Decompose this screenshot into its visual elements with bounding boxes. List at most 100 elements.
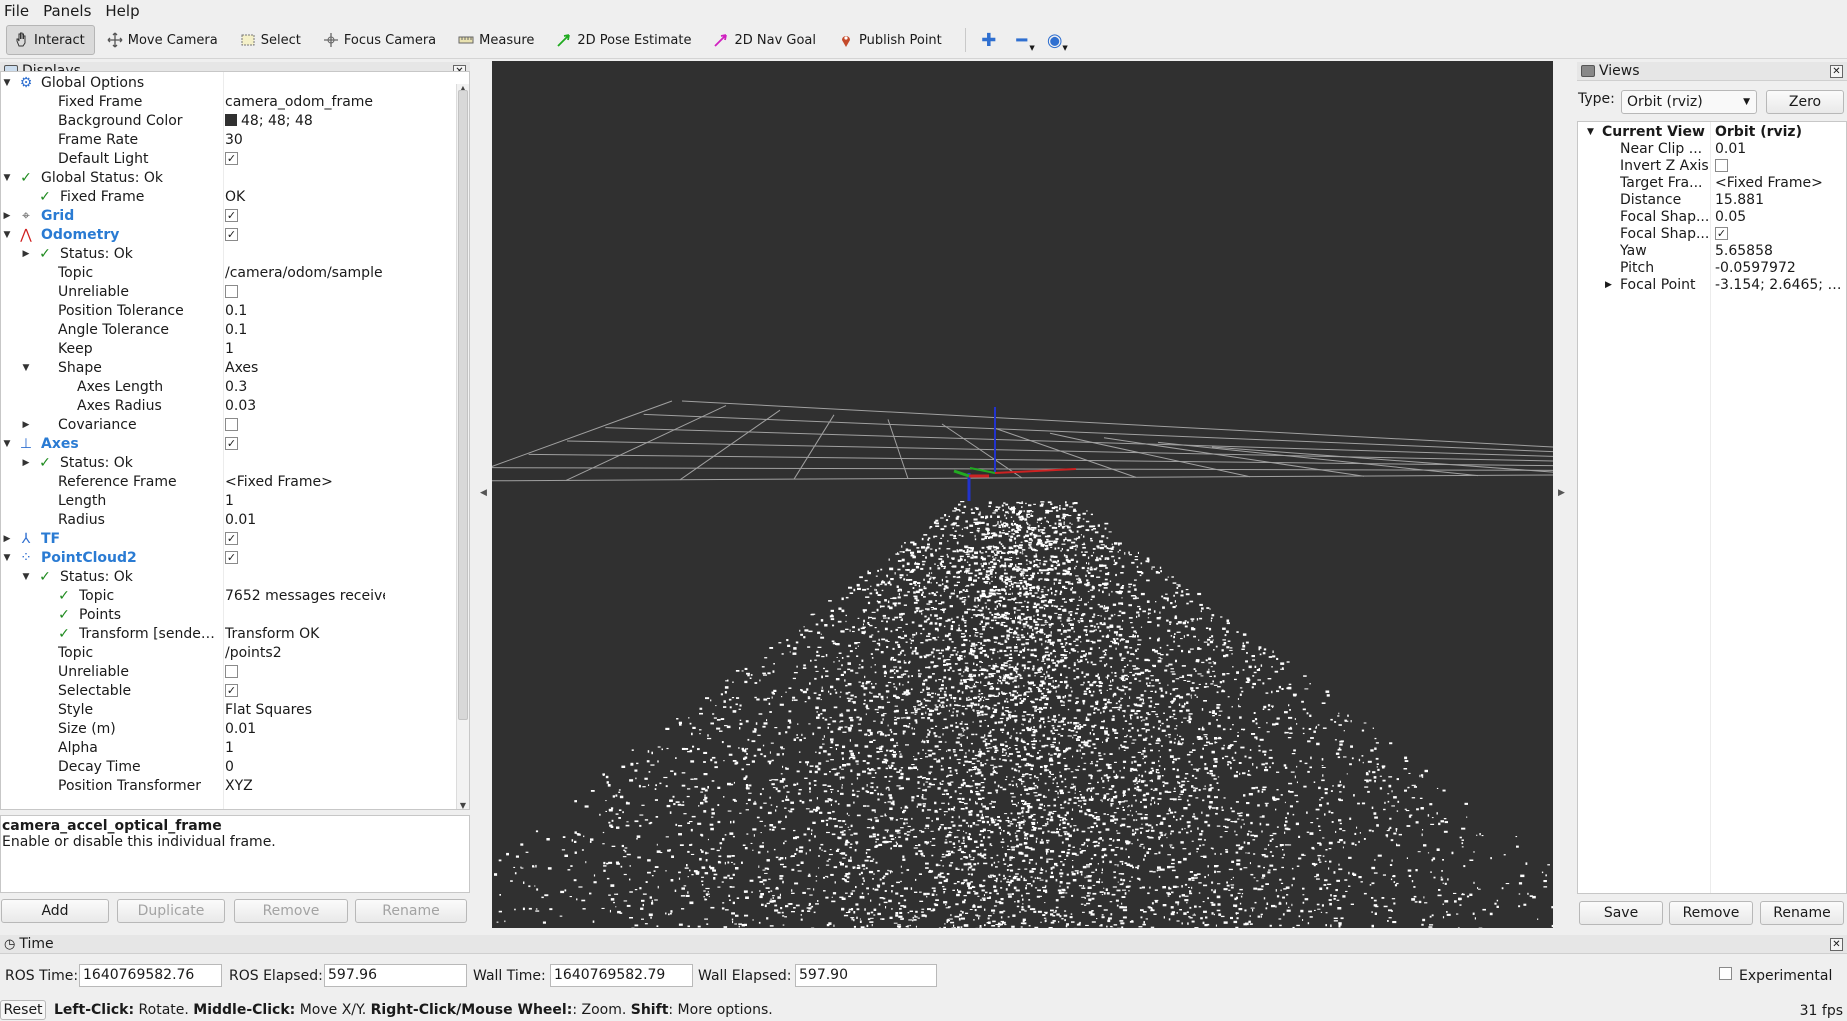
tree-row[interactable]: ▼ Shape Axes: [1, 360, 386, 376]
duplicate-display-button[interactable]: Duplicate: [117, 899, 225, 923]
tree-row-value[interactable]: 48; 48; 48: [225, 113, 385, 129]
menu-panels[interactable]: Panels: [43, 2, 91, 20]
tree-row-value[interactable]: 0.3: [225, 379, 385, 395]
tree-row-value[interactable]: ✓: [225, 531, 385, 547]
tool-measure[interactable]: Measure: [451, 25, 544, 55]
tool-2d-nav-goal[interactable]: 2D Nav Goal: [706, 25, 826, 55]
tree-row[interactable]: Fixed Frame camera_odom_frame: [1, 94, 386, 110]
expand-right-icon[interactable]: ▶: [20, 417, 32, 433]
checkbox[interactable]: ✓: [225, 227, 238, 241]
tree-row[interactable]: Unreliable: [1, 664, 386, 680]
expand-right-icon[interactable]: ▶: [20, 455, 32, 471]
splitter-left-arrow-icon[interactable]: ◀: [480, 488, 487, 498]
expand-down-icon[interactable]: ▼: [1, 75, 13, 91]
tree-row-value[interactable]: camera_odom_frame: [225, 94, 385, 110]
render-viewport[interactable]: [492, 61, 1553, 928]
tree-row[interactable]: Default Light ✓: [1, 151, 386, 167]
tree-row[interactable]: Selectable ✓: [1, 683, 386, 699]
tree-row-value[interactable]: [225, 664, 385, 680]
checkbox[interactable]: ✓: [225, 550, 238, 564]
tree-row-value[interactable]: 0.1: [225, 322, 385, 338]
expand-down-icon[interactable]: ▼: [1, 227, 13, 243]
tree-row-value[interactable]: Transform OK: [225, 626, 385, 642]
tree-row[interactable]: ▶ ⌖ Grid ✓: [1, 208, 386, 224]
tree-row-value[interactable]: 7652 messages received: [225, 588, 385, 604]
tree-row[interactable]: Radius 0.01: [1, 512, 386, 528]
expand-right-icon[interactable]: ▶: [1, 531, 13, 547]
expand-down-icon[interactable]: ▼: [20, 569, 32, 585]
tree-row-value[interactable]: 0.01: [225, 721, 385, 737]
menu-file[interactable]: File: [4, 2, 29, 20]
tree-row[interactable]: Frame Rate 30: [1, 132, 386, 148]
tree-row-value[interactable]: ✓: [225, 208, 385, 224]
tree-row[interactable]: Axes Length 0.3: [1, 379, 386, 395]
tree-row-value[interactable]: <Fixed Frame>: [225, 474, 385, 490]
tree-row-value[interactable]: /camera/odom/sample: [225, 265, 385, 281]
tree-row[interactable]: ▼ ⊥ Axes ✓: [1, 436, 386, 452]
tool-focus-camera[interactable]: Focus Camera: [316, 25, 446, 55]
tree-row[interactable]: Decay Time 0: [1, 759, 386, 775]
tree-row-value[interactable]: XYZ: [225, 778, 385, 794]
tree-row[interactable]: Topic/points2: [1, 645, 386, 661]
add-tool-button[interactable]: ✚: [974, 25, 1004, 55]
tree-row-value[interactable]: [225, 417, 385, 433]
tree-row-value[interactable]: 0.01: [225, 512, 385, 528]
tree-row[interactable]: ▼ ⋀ Odometry ✓: [1, 227, 386, 243]
tool-publish-point[interactable]: Publish Point: [831, 25, 952, 55]
tool-interact[interactable]: Interact: [6, 25, 95, 55]
tool-select[interactable]: Select: [233, 25, 311, 55]
tree-row[interactable]: ✓ Fixed Frame OK: [1, 189, 386, 205]
expand-down-icon[interactable]: ▼: [1, 170, 13, 186]
tree-row[interactable]: ▼ ⚙ Global Options: [1, 75, 386, 91]
tree-row-value[interactable]: [225, 284, 385, 300]
tree-row[interactable]: ✓ Topic 7652 messages received: [1, 588, 386, 604]
tree-row-value[interactable]: ✓: [225, 227, 385, 243]
tree-row-value[interactable]: ✓: [225, 151, 385, 167]
checkbox[interactable]: ✓: [225, 683, 238, 697]
tree-row-value[interactable]: 1: [225, 493, 385, 509]
checkbox[interactable]: [225, 417, 238, 431]
tool-move-camera[interactable]: Move Camera: [100, 25, 228, 55]
tree-row-value[interactable]: 0: [225, 759, 385, 775]
tree-row[interactable]: ▶ ✓ Status: Ok: [1, 455, 386, 471]
tool-2d-pose-estimate[interactable]: 2D Pose Estimate: [549, 25, 701, 55]
checkbox[interactable]: ✓: [225, 436, 238, 450]
tree-row[interactable]: Keep 1: [1, 341, 386, 357]
tree-row[interactable]: ▶ ⅄ TF ✓: [1, 531, 386, 547]
tree-row[interactable]: ✓ Points: [1, 607, 386, 623]
tree-row-value[interactable]: OK: [225, 189, 385, 205]
tool-visibility-button[interactable]: ◉ ▼: [1040, 25, 1070, 55]
tree-row[interactable]: ▼ ✓ Status: Ok: [1, 569, 386, 585]
expand-right-icon[interactable]: ▶: [1, 208, 13, 224]
tree-row[interactable]: ▼ ⁘ PointCloud2 ✓: [1, 550, 386, 566]
tree-row-value[interactable]: /points2: [225, 645, 385, 661]
expand-right-icon[interactable]: ▶: [20, 246, 32, 262]
tree-row-value[interactable]: ✓: [225, 436, 385, 452]
tree-row[interactable]: Axes Radius 0.03: [1, 398, 386, 414]
splitter-right-arrow-icon[interactable]: ▶: [1558, 488, 1565, 498]
tree-row[interactable]: Size (m) 0.01: [1, 721, 386, 737]
displays-tree[interactable]: ▼ ⚙ Global Options Fixed Frame camera_odom_f…: [0, 71, 470, 810]
tree-row-value[interactable]: Axes: [225, 360, 385, 376]
tree-row-value[interactable]: Flat Squares: [225, 702, 385, 718]
tree-row[interactable]: Topic/camera/odom/sample: [1, 265, 386, 281]
add-display-button[interactable]: Add: [1, 899, 109, 923]
expand-down-icon[interactable]: ▼: [20, 360, 32, 376]
tree-row[interactable]: ▶ ✓ Status: Ok: [1, 246, 386, 262]
tree-row-value[interactable]: 0.03: [225, 398, 385, 414]
checkbox[interactable]: [225, 284, 238, 298]
remove-tool-button[interactable]: ━ ▼: [1007, 25, 1037, 55]
rename-display-button[interactable]: Rename: [355, 899, 467, 923]
tree-row[interactable]: ✓ Transform [sende… Transform OK: [1, 626, 386, 642]
remove-display-button[interactable]: Remove: [234, 899, 348, 923]
tree-row[interactable]: Unreliable: [1, 284, 386, 300]
tree-row-value[interactable]: 0.1: [225, 303, 385, 319]
checkbox[interactable]: [225, 664, 238, 678]
scrollbar-thumb[interactable]: [458, 90, 468, 720]
tree-row[interactable]: Length 1: [1, 493, 386, 509]
expand-down-icon[interactable]: ▼: [1, 436, 13, 452]
scroll-down-icon[interactable]: ▼: [457, 801, 469, 809]
tree-row[interactable]: Position Transformer XYZ: [1, 778, 386, 794]
tree-row[interactable]: Position Tolerance 0.1: [1, 303, 386, 319]
tree-row[interactable]: Background Color 48; 48; 48: [1, 113, 386, 129]
